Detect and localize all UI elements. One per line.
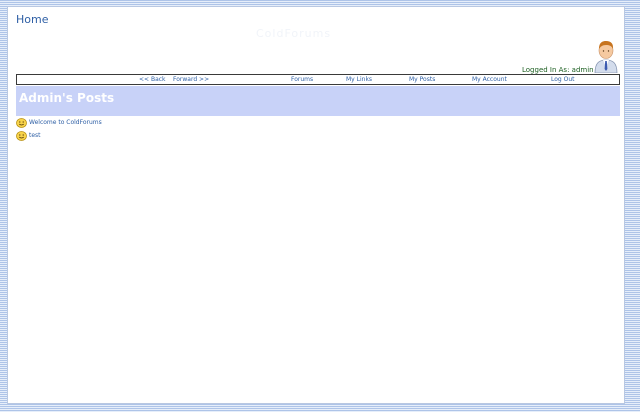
list-item: test xyxy=(16,130,41,142)
user-avatar-icon xyxy=(594,41,618,73)
nav-log-out-link[interactable]: Log Out xyxy=(551,76,575,83)
smiley-icon xyxy=(16,118,27,128)
nav-my-links-link[interactable]: My Links xyxy=(346,76,372,83)
nav-forums-link[interactable]: Forums xyxy=(291,76,313,83)
nav-bar: << Back Forward >> Forums My Links My Po… xyxy=(16,74,620,85)
nav-my-posts-link[interactable]: My Posts xyxy=(409,76,435,83)
page-title: Admin's Posts xyxy=(19,91,115,105)
home-link[interactable]: Home xyxy=(16,13,48,26)
site-watermark: ColdForums xyxy=(256,27,332,40)
post-link[interactable]: Welcome to ColdForums xyxy=(29,119,102,127)
smiley-icon xyxy=(16,131,27,141)
back-link[interactable]: << Back xyxy=(139,76,166,83)
forward-link[interactable]: Forward >> xyxy=(173,76,209,83)
nav-my-account-link[interactable]: My Account xyxy=(472,76,507,83)
list-item: Welcome to ColdForums xyxy=(16,117,102,129)
page-container: Home ColdForums Logged In As: admin << B… xyxy=(7,6,625,404)
post-link[interactable]: test xyxy=(29,132,41,140)
logged-in-status: Logged In As: admin xyxy=(522,66,594,74)
page-title-band: Admin's Posts xyxy=(16,86,620,116)
